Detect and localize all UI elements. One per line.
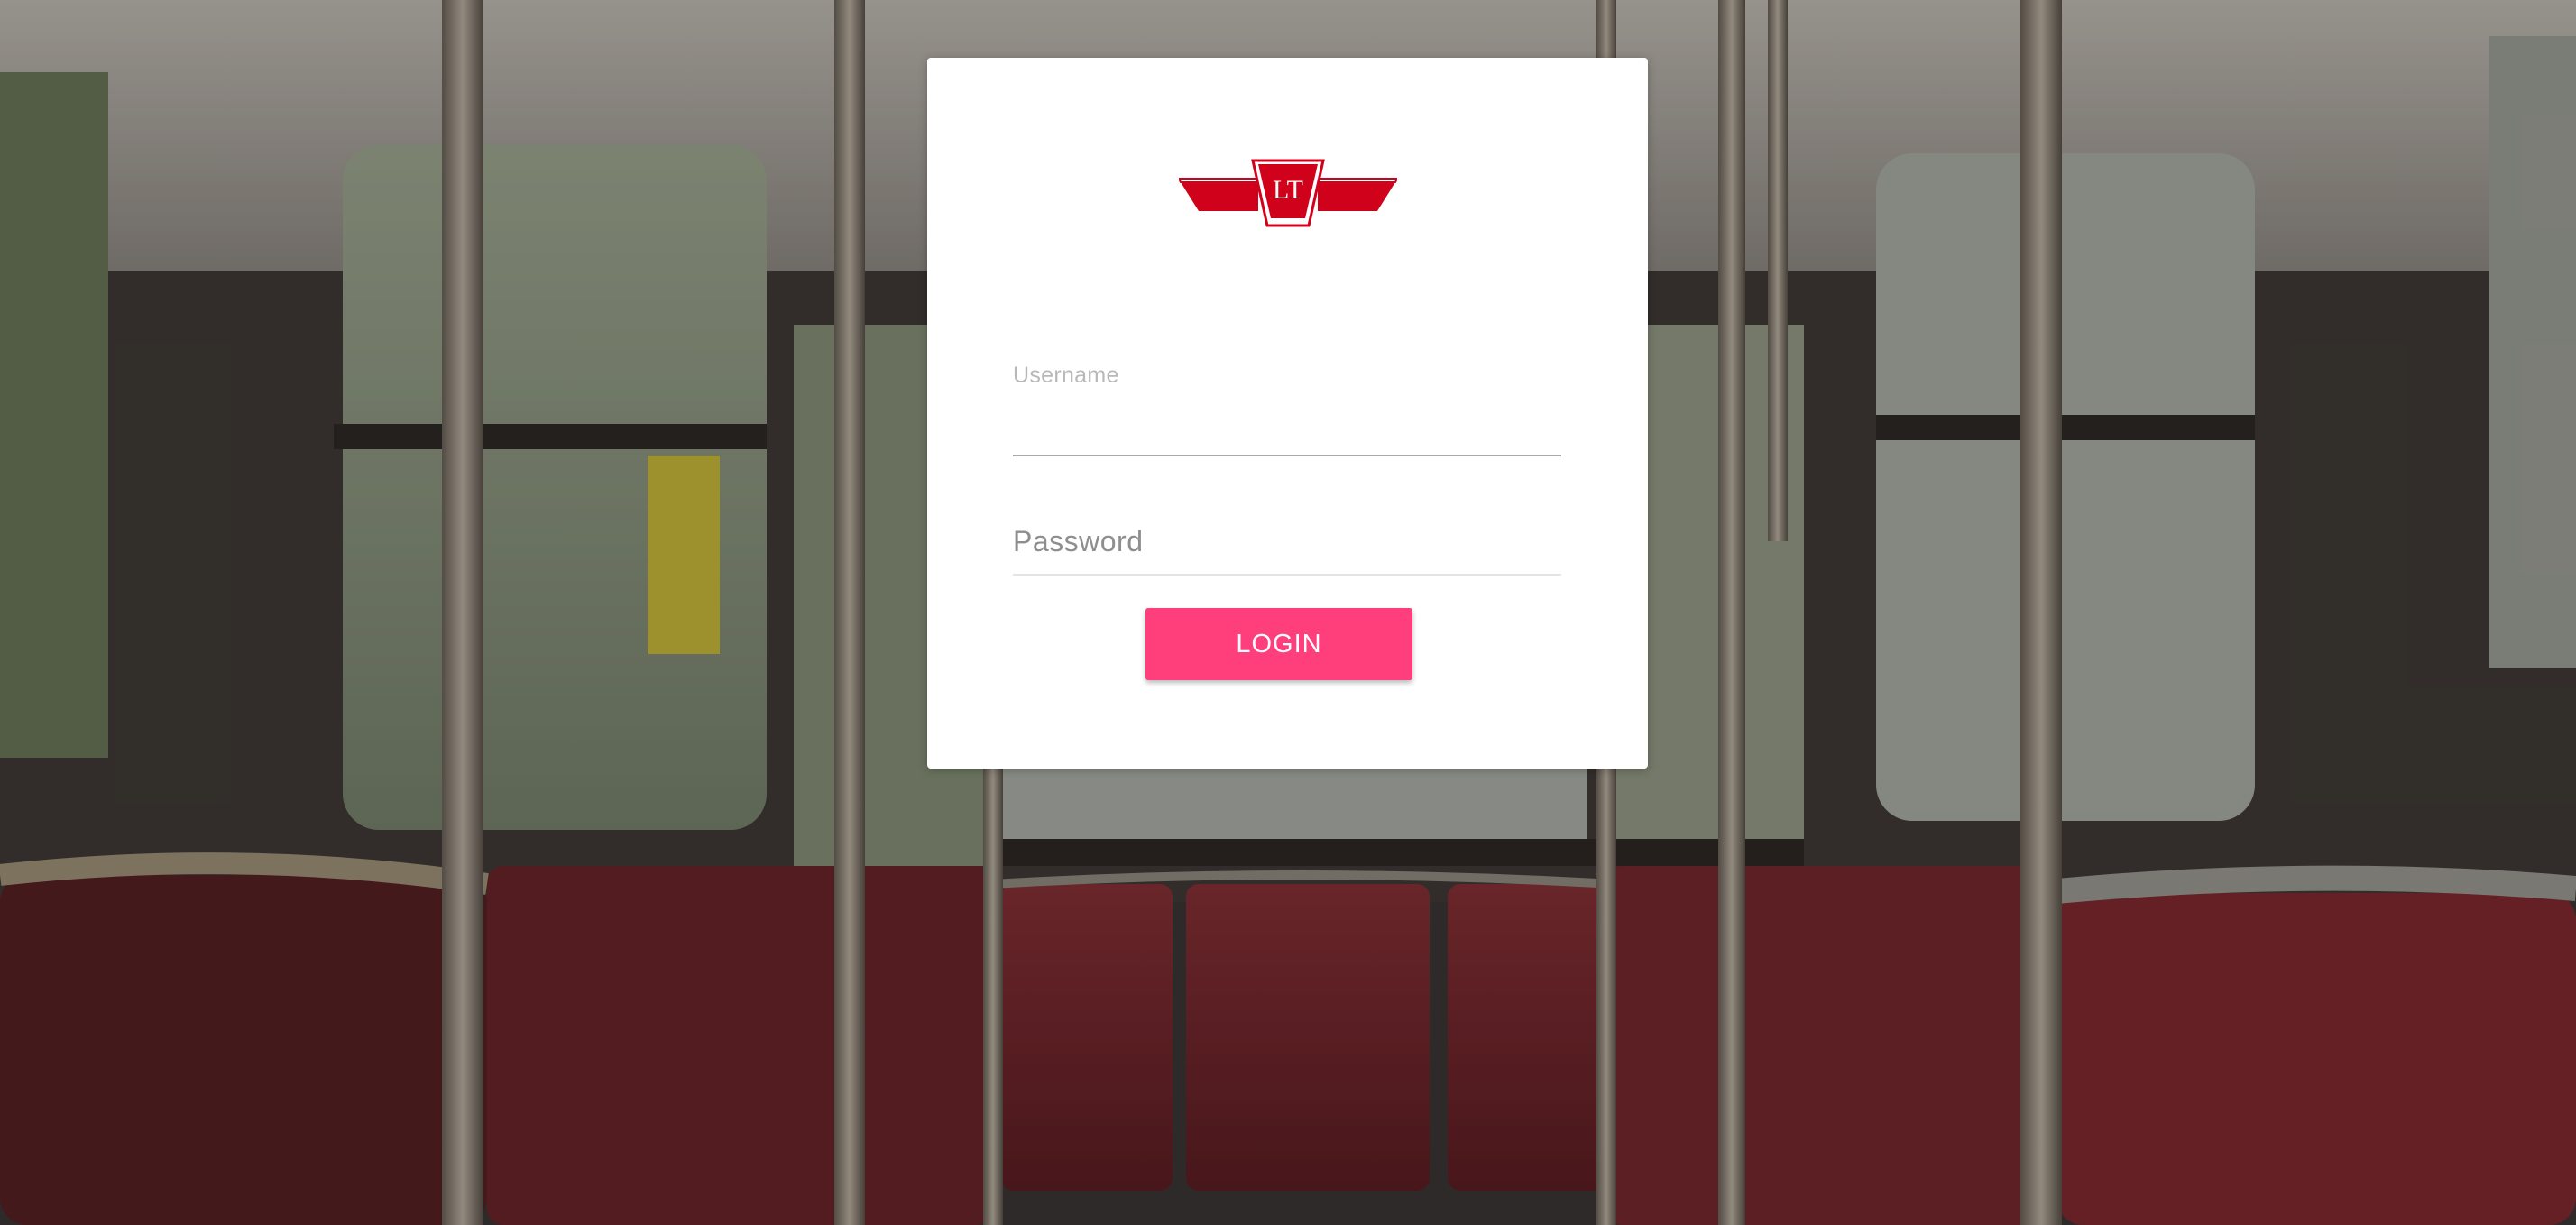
password-field-group [1013, 509, 1561, 581]
login-card: LT Username LOGIN [927, 58, 1648, 769]
logo-text: LT [1273, 175, 1303, 205]
username-input[interactable] [1013, 390, 1561, 456]
login-button[interactable]: LOGIN [1145, 608, 1412, 680]
username-field-group: Username [1013, 299, 1561, 462]
password-input[interactable] [1013, 509, 1561, 576]
username-label: Username [1013, 363, 1119, 388]
ttc-logo: LT [1179, 159, 1397, 227]
